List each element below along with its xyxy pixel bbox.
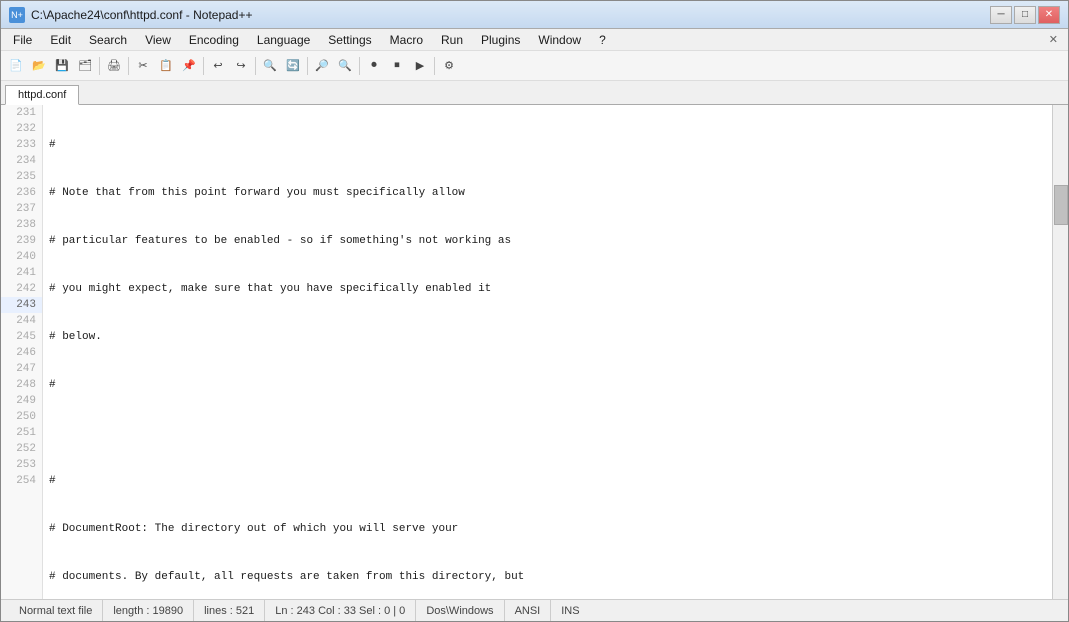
tb-sep3 [203,57,204,75]
code-line-240: # documents. By default, all requests ar… [43,569,1052,585]
ln-233: 233 [1,137,42,153]
tb-find[interactable]: 🔍 [259,55,281,77]
tb-sep1 [99,57,100,75]
toolbar: 📄 📂 💾 🗂 🖨 ✂ 📋 📌 ↩ ↪ 🔍 🔄 🔎 🔍 ⏺ ⏹ ▶ ⚙ [1,51,1068,81]
status-encoding: Dos\Windows [416,600,504,621]
menu-run[interactable]: Run [433,30,471,50]
tb-save[interactable]: 💾 [51,55,73,77]
menu-bar: File Edit Search View Encoding Language … [1,29,1068,51]
ln-231: 231 [1,105,42,121]
status-mode: INS [551,600,589,621]
menu-edit[interactable]: Edit [42,30,79,50]
ln-234: 234 [1,153,42,169]
ln-254: 254 [1,473,42,489]
menu-plugins[interactable]: Plugins [473,30,528,50]
menu-settings[interactable]: Settings [320,30,379,50]
menu-view[interactable]: View [137,30,179,50]
ln-241: 241 [1,265,42,281]
ln-243: 243 [1,297,42,313]
code-line-232: # Note that from this point forward you … [43,185,1052,201]
status-charset: ANSI [505,600,552,621]
ln-239: 239 [1,233,42,249]
menu-window[interactable]: Window [530,30,589,50]
ln-246: 246 [1,345,42,361]
main-window: N+ C:\Apache24\conf\httpd.conf - Notepad… [0,0,1069,622]
ln-253: 253 [1,457,42,473]
title-bar-left: N+ C:\Apache24\conf\httpd.conf - Notepad… [9,7,252,23]
ln-236: 236 [1,185,42,201]
menu-help[interactable]: ? [591,30,614,50]
menu-encoding[interactable]: Encoding [181,30,247,50]
ln-249: 249 [1,393,42,409]
window-title: C:\Apache24\conf\httpd.conf - Notepad++ [31,8,252,22]
menu-macro[interactable]: Macro [382,30,431,50]
tb-replace[interactable]: 🔄 [282,55,304,77]
code-line-234: # you might expect, make sure that you h… [43,281,1052,297]
ln-242: 242 [1,281,42,297]
code-lines: # # Note that from this point forward yo… [43,105,1052,599]
title-bar: N+ C:\Apache24\conf\httpd.conf - Notepad… [1,1,1068,29]
ln-250: 250 [1,409,42,425]
status-length: length : 19890 [103,600,194,621]
menu-close-button[interactable]: ✕ [1043,31,1064,48]
tb-new[interactable]: 📄 [5,55,27,77]
ln-248: 248 [1,377,42,393]
code-content[interactable]: # # Note that from this point forward yo… [43,105,1052,599]
ln-251: 251 [1,425,42,441]
tb-print[interactable]: 🖨 [103,55,125,77]
restore-button[interactable]: □ [1014,6,1036,24]
tb-sep7 [434,57,435,75]
ln-238: 238 [1,217,42,233]
status-filetype: Normal text file [9,600,103,621]
status-bar: Normal text file length : 19890 lines : … [1,599,1068,621]
tb-zoom-out[interactable]: 🔍 [334,55,356,77]
ln-252: 252 [1,441,42,457]
tb-macro-rec[interactable]: ⏺ [363,55,385,77]
title-bar-controls: ─ □ ✕ [990,6,1060,24]
ln-245: 245 [1,329,42,345]
menu-file[interactable]: File [5,30,40,50]
menu-search[interactable]: Search [81,30,135,50]
scrollbar-thumb[interactable] [1054,185,1068,225]
status-position: Ln : 243 Col : 33 Sel : 0 | 0 [265,600,416,621]
close-button[interactable]: ✕ [1038,6,1060,24]
line-numbers: 231 232 233 234 235 236 237 238 239 240 … [1,105,43,599]
tb-macro-stop[interactable]: ⏹ [386,55,408,77]
tb-settings[interactable]: ⚙ [438,55,460,77]
code-line-239: # DocumentRoot: The directory out of whi… [43,521,1052,537]
tabs-bar: httpd.conf [1,81,1068,105]
ln-235: 235 [1,169,42,185]
tb-saveall[interactable]: 🗂 [74,55,96,77]
tb-sep2 [128,57,129,75]
vertical-scrollbar[interactable] [1052,105,1068,599]
tb-sep4 [255,57,256,75]
tb-open[interactable]: 📂 [28,55,50,77]
editor-area: 231 232 233 234 235 236 237 238 239 240 … [1,105,1068,599]
tb-copy[interactable]: 📋 [155,55,177,77]
tab-httpd-conf[interactable]: httpd.conf [5,85,79,105]
tb-sep6 [359,57,360,75]
code-line-235: # below. [43,329,1052,345]
code-line-238: # [43,473,1052,489]
tb-sep5 [307,57,308,75]
tb-undo[interactable]: ↩ [207,55,229,77]
code-line-237 [43,425,1052,441]
menu-language[interactable]: Language [249,30,318,50]
tb-redo[interactable]: ↪ [230,55,252,77]
ln-244: 244 [1,313,42,329]
ln-240: 240 [1,249,42,265]
tb-paste[interactable]: 📌 [178,55,200,77]
code-line-233: # particular features to be enabled - so… [43,233,1052,249]
app-icon: N+ [9,7,25,23]
tb-cut[interactable]: ✂ [132,55,154,77]
code-line-231: # [43,137,1052,153]
tb-macro-play[interactable]: ▶ [409,55,431,77]
ln-237: 237 [1,201,42,217]
tb-zoom-in[interactable]: 🔎 [311,55,333,77]
ln-247: 247 [1,361,42,377]
minimize-button[interactable]: ─ [990,6,1012,24]
status-lines: lines : 521 [194,600,265,621]
ln-232: 232 [1,121,42,137]
code-line-236: # [43,377,1052,393]
